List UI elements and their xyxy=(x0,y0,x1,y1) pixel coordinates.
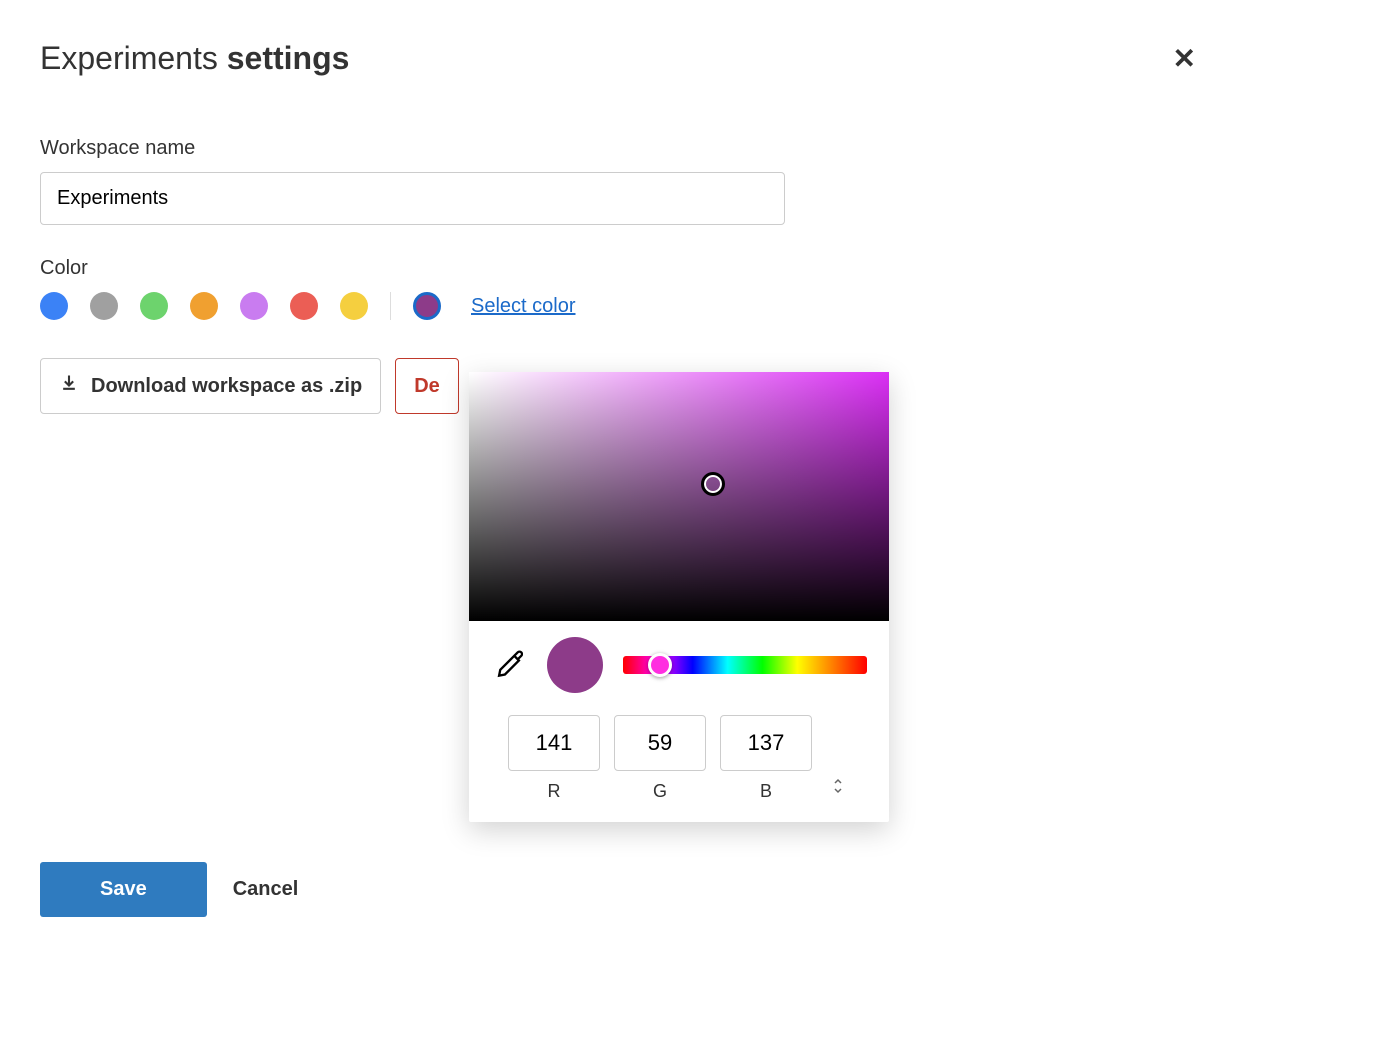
delete-button[interactable]: De xyxy=(395,358,459,414)
select-color-link[interactable]: Select color xyxy=(471,295,576,318)
page-title: Experiments settings xyxy=(40,40,349,77)
color-swatch-purple[interactable] xyxy=(240,292,268,320)
color-swatch-custom[interactable] xyxy=(413,292,441,320)
color-picker-popup: R G B xyxy=(469,372,889,822)
cancel-button[interactable]: Cancel xyxy=(233,878,299,901)
color-swatch-orange[interactable] xyxy=(190,292,218,320)
title-prefix: Experiments xyxy=(40,40,227,76)
color-swatch-green[interactable] xyxy=(140,292,168,320)
chevron-up-down-icon xyxy=(832,782,844,798)
b-input[interactable] xyxy=(720,715,812,771)
hue-slider[interactable] xyxy=(623,656,867,674)
color-swatch-gray[interactable] xyxy=(90,292,118,320)
close-icon: ✕ xyxy=(1173,43,1196,74)
download-zip-label: Download workspace as .zip xyxy=(91,375,362,398)
delete-label: De xyxy=(414,375,440,398)
r-label: R xyxy=(548,781,561,802)
g-input[interactable] xyxy=(614,715,706,771)
current-color-swatch xyxy=(547,637,603,693)
b-label: B xyxy=(760,781,772,802)
save-button[interactable]: Save xyxy=(40,862,207,917)
eyedropper-icon xyxy=(495,666,523,681)
color-label: Color xyxy=(40,257,1200,280)
workspace-name-input[interactable] xyxy=(40,172,785,225)
color-swatch-yellow[interactable] xyxy=(340,292,368,320)
saturation-value-area[interactable] xyxy=(469,372,889,621)
download-icon xyxy=(59,373,79,399)
swatch-divider xyxy=(390,292,391,320)
workspace-name-label: Workspace name xyxy=(40,137,1200,160)
color-swatch-blue[interactable] xyxy=(40,292,68,320)
hue-handle[interactable] xyxy=(648,653,672,677)
close-button[interactable]: ✕ xyxy=(1169,41,1200,77)
g-label: G xyxy=(653,781,667,802)
color-swatch-row: Select color xyxy=(40,292,1200,320)
color-mode-toggle[interactable] xyxy=(826,777,850,800)
r-input[interactable] xyxy=(508,715,600,771)
download-zip-button[interactable]: Download workspace as .zip xyxy=(40,358,381,414)
color-swatch-red[interactable] xyxy=(290,292,318,320)
eyedropper-button[interactable] xyxy=(491,646,527,685)
title-bold: settings xyxy=(227,40,350,76)
sv-handle[interactable] xyxy=(701,472,725,496)
